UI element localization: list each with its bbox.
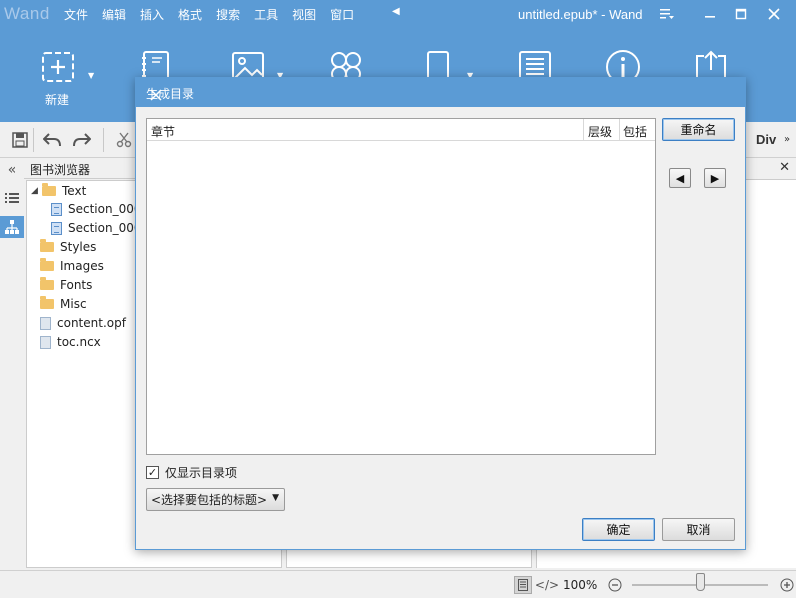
menu-view[interactable]: 视图 bbox=[292, 6, 316, 23]
folder-icon bbox=[40, 296, 54, 309]
folder-icon bbox=[40, 258, 54, 271]
minimize-icon[interactable] bbox=[700, 4, 720, 24]
toc-table-header: 章节 层级 包括 bbox=[147, 119, 655, 141]
column-level[interactable]: 层级 bbox=[583, 119, 619, 141]
generate-toc-dialog: 生成目录 章节 层级 包括 重命名 ◀ ▶ ✓ 仅显示目录项 <选择要包括的标题… bbox=[135, 77, 746, 550]
tree-item-section[interactable]: Section_000 bbox=[51, 202, 142, 216]
code-view-icon[interactable]: </> bbox=[535, 576, 559, 594]
heading-select[interactable]: <选择要包括的标题> ▼ bbox=[146, 488, 285, 511]
triangle-right-icon: ▶ bbox=[710, 171, 720, 185]
menu-edit[interactable]: 编辑 bbox=[102, 6, 126, 23]
book-view-icon[interactable] bbox=[514, 576, 532, 594]
zoom-level: 100% bbox=[563, 578, 598, 592]
chevron-down-icon: ▼ bbox=[272, 493, 279, 503]
move-right-button[interactable]: ▶ bbox=[704, 168, 726, 188]
folder-icon bbox=[40, 239, 54, 252]
undo-icon[interactable] bbox=[42, 131, 62, 149]
menu-search[interactable]: 搜索 bbox=[216, 6, 240, 23]
tree-item-text[interactable]: ◢ Text bbox=[31, 183, 86, 198]
tree-item-images[interactable]: Images bbox=[40, 258, 104, 273]
tree-item-fonts[interactable]: Fonts bbox=[40, 277, 92, 292]
triangle-left-icon: ◀ bbox=[675, 171, 685, 185]
tree-item-misc[interactable]: Misc bbox=[40, 296, 87, 311]
new-dropdown-icon[interactable]: ▼ bbox=[88, 71, 94, 80]
tree-item-content-opf[interactable]: content.opf bbox=[40, 316, 126, 330]
new-button[interactable] bbox=[40, 48, 80, 88]
div-button[interactable]: Div bbox=[756, 132, 776, 147]
move-left-button[interactable]: ◀ bbox=[669, 168, 691, 188]
new-label: 新建 bbox=[45, 93, 70, 107]
left-rail: « bbox=[0, 158, 24, 568]
dialog-close-icon[interactable] bbox=[146, 85, 166, 105]
column-chapter[interactable]: 章节 bbox=[151, 119, 175, 141]
tree-item-styles[interactable]: Styles bbox=[40, 239, 96, 254]
html-file-icon bbox=[51, 221, 62, 235]
menu-window[interactable]: 窗口 bbox=[330, 6, 354, 23]
folder-icon bbox=[40, 277, 54, 290]
book-browser-title: 图书浏览器 bbox=[30, 163, 91, 177]
cut-icon[interactable] bbox=[114, 131, 134, 149]
menu-format[interactable]: 格式 bbox=[178, 6, 202, 23]
zoom-in-icon[interactable] bbox=[778, 576, 796, 594]
redo-icon[interactable] bbox=[72, 131, 92, 149]
new-icon bbox=[42, 52, 74, 82]
toolbar-overflow-icon[interactable]: » bbox=[784, 134, 790, 145]
window-title: untitled.epub* - Wand bbox=[518, 7, 643, 22]
ribbon-options-icon[interactable] bbox=[657, 4, 677, 24]
dialog-title-bar: 生成目录 bbox=[136, 78, 745, 107]
show-toc-only-label: 仅显示目录项 bbox=[165, 466, 238, 480]
toc-table[interactable]: 章节 层级 包括 bbox=[146, 118, 656, 455]
cancel-button[interactable]: 取消 bbox=[662, 518, 735, 541]
expand-arrow-icon[interactable]: ◢ bbox=[31, 186, 39, 196]
tree-item-section[interactable]: Section_000 bbox=[51, 221, 142, 235]
rename-button[interactable]: 重命名 bbox=[662, 118, 735, 141]
heading-select-value: <选择要包括的标题> bbox=[151, 493, 268, 507]
editor-panel bbox=[286, 548, 532, 568]
menu-tools[interactable]: 工具 bbox=[254, 6, 278, 23]
menu-bar: 文件 编辑 插入 格式 搜索 工具 视图 窗口 bbox=[64, 6, 368, 23]
show-toc-only-row[interactable]: ✓ 仅显示目录项 bbox=[146, 464, 237, 481]
file-icon bbox=[40, 316, 51, 330]
tree-view-icon[interactable] bbox=[0, 216, 24, 238]
app-logo: Wand bbox=[4, 4, 50, 23]
list-view-icon[interactable] bbox=[2, 188, 22, 208]
tree-item-toc-ncx[interactable]: toc.ncx bbox=[40, 335, 101, 349]
html-file-icon bbox=[51, 202, 62, 216]
close-panel-icon[interactable]: ✕ bbox=[779, 160, 790, 175]
toolbar-separator bbox=[33, 128, 34, 152]
zoom-slider-thumb[interactable] bbox=[696, 573, 705, 591]
zoom-out-icon[interactable] bbox=[606, 576, 624, 594]
title-bar: Wand 文件 编辑 插入 格式 搜索 工具 视图 窗口 ◀ untitled.… bbox=[0, 0, 796, 30]
collapse-double-left-icon[interactable]: « bbox=[2, 160, 22, 180]
menu-file[interactable]: 文件 bbox=[64, 6, 88, 23]
column-include[interactable]: 包括 bbox=[619, 119, 655, 141]
file-icon bbox=[40, 335, 51, 349]
folder-icon bbox=[42, 183, 56, 196]
save-icon[interactable] bbox=[10, 131, 30, 149]
close-icon[interactable] bbox=[764, 4, 784, 24]
ok-button[interactable]: 确定 bbox=[582, 518, 655, 541]
status-bar: </> 100% bbox=[0, 570, 796, 598]
maximize-icon[interactable] bbox=[731, 4, 751, 24]
menu-insert[interactable]: 插入 bbox=[140, 6, 164, 23]
show-toc-only-checkbox[interactable]: ✓ bbox=[146, 466, 159, 479]
toolbar-separator bbox=[103, 128, 104, 152]
collapse-left-icon[interactable]: ◀ bbox=[392, 6, 400, 17]
